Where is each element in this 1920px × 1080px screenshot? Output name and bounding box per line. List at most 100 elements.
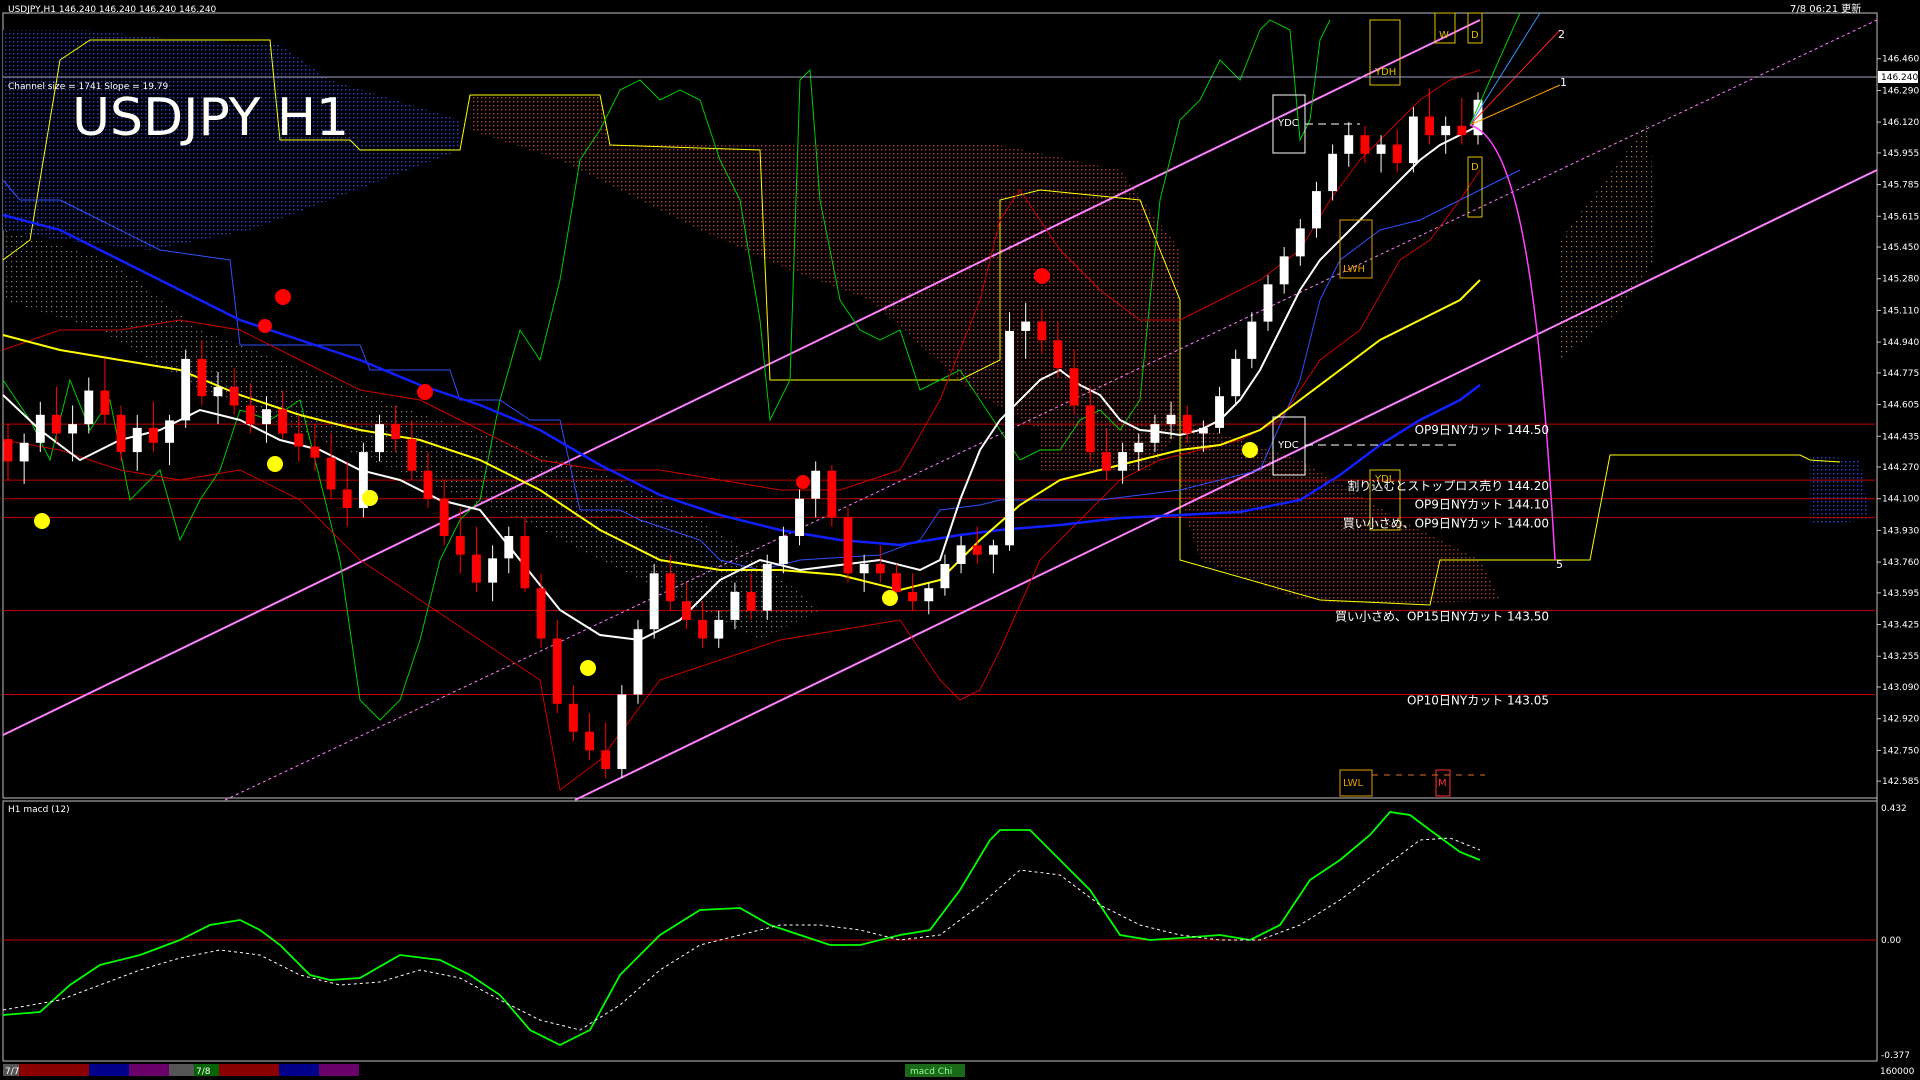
candle-body[interactable] [1215,396,1224,428]
candle-body[interactable] [1295,228,1305,257]
candle-body[interactable] [3,439,13,462]
candle-body[interactable] [649,573,659,630]
candle-body[interactable] [859,563,869,574]
candle-body[interactable] [892,573,901,592]
candle-body[interactable] [504,536,514,559]
trading-chart[interactable]: YDH YDC YDC YDL LWH LWL W D D M 2 1 5 OP… [0,0,1920,1080]
label-d-mid: D [1471,162,1479,173]
candle-body[interactable] [633,629,643,695]
candle-body[interactable] [1425,116,1434,136]
candle-body[interactable] [294,433,304,447]
candle-body[interactable] [827,470,837,518]
candle-body[interactable] [601,750,611,770]
candle-body[interactable] [1182,414,1192,434]
candle-body[interactable] [988,545,998,555]
timestamp: 7/8 06:21 更新 [1790,2,1861,15]
candle-body[interactable] [682,601,691,620]
candle-body[interactable] [730,591,740,620]
candle-body[interactable] [1085,405,1095,453]
candle-body[interactable] [568,703,578,732]
candle-body[interactable] [1408,116,1418,164]
label-w: W [1439,30,1449,41]
candle-body[interactable] [698,619,708,639]
candle-body[interactable] [1457,125,1467,136]
candle-body[interactable] [520,536,530,589]
candle-body[interactable] [811,470,821,499]
candle-body[interactable] [1118,452,1128,471]
candle-body[interactable] [165,420,174,443]
candle-body[interactable] [262,409,271,425]
candle-body[interactable] [1263,284,1273,322]
candle-body[interactable] [1441,125,1451,136]
price-tick-label: 145.615 [1882,212,1919,222]
candle-body[interactable] [245,405,255,425]
candle-body[interactable] [843,517,853,574]
candle-body[interactable] [875,563,885,574]
candle-body[interactable] [213,386,223,397]
candle-body[interactable] [1037,321,1047,341]
candle-body[interactable] [1328,153,1338,192]
candle-body[interactable] [585,731,594,751]
candle-body[interactable] [746,591,756,611]
cloud-blue-right [1810,455,1870,525]
price-tick-label: 146.460 [1882,55,1919,65]
candle-body[interactable] [84,390,94,425]
candle-body[interactable] [1102,452,1111,471]
candle-body[interactable] [132,427,142,453]
candle-body[interactable] [552,638,562,704]
label-d-top: D [1471,30,1479,41]
candle-body[interactable] [455,536,465,555]
candle-body[interactable] [1279,256,1289,285]
candle-body[interactable] [19,442,29,462]
candle-body[interactable] [940,563,950,589]
candle-body[interactable] [1005,330,1014,546]
candle-body[interactable] [1053,340,1063,369]
candle-body[interactable] [714,619,724,639]
candle-body[interactable] [100,390,110,415]
candle-body[interactable] [181,358,191,421]
candle-body[interactable] [488,558,498,583]
candle-body[interactable] [795,498,804,536]
candle-body[interactable] [1247,321,1257,359]
candle-body[interactable] [972,545,982,555]
candle-body[interactable] [762,563,772,611]
candle-body[interactable] [407,439,417,471]
candle-body[interactable] [35,414,45,443]
candle-body[interactable] [472,554,481,583]
candle-body[interactable] [617,694,627,770]
candle-body[interactable] [924,588,934,602]
candle-body[interactable] [536,588,546,639]
candle-body[interactable] [197,358,207,397]
candle-body[interactable] [665,573,675,602]
candle-body[interactable] [1344,135,1354,154]
candle-body[interactable] [1360,135,1370,154]
candle-body[interactable] [391,424,401,440]
candle-body[interactable] [342,489,352,509]
candle-body[interactable] [1392,144,1402,164]
candle-body[interactable] [1376,144,1386,154]
candle-body[interactable] [1069,368,1079,406]
candle-body[interactable] [116,414,126,453]
candle-body[interactable] [1166,414,1176,425]
candle-body[interactable] [52,414,61,434]
candle-body[interactable] [68,424,78,434]
candle-body[interactable] [1021,321,1031,331]
candle-body[interactable] [908,591,918,602]
candle-body[interactable] [229,386,239,406]
macd-tick-zero: 0.00 [1881,936,1901,946]
candle-body[interactable] [439,498,449,536]
candle-body[interactable] [1231,358,1241,397]
candle-body[interactable] [778,536,788,564]
candle-body[interactable] [423,470,433,499]
candle-body[interactable] [310,446,320,458]
candle-body[interactable] [278,409,288,434]
candle-body[interactable] [1312,191,1321,229]
candle-body[interactable] [1134,442,1144,453]
cloud-red-mid [470,95,1180,470]
candle-body[interactable] [375,424,384,453]
candle-body[interactable] [1150,424,1160,443]
candle-body[interactable] [1198,427,1208,434]
candle-body[interactable] [326,457,336,490]
candle-body[interactable] [956,545,966,564]
candle-body[interactable] [148,427,158,443]
